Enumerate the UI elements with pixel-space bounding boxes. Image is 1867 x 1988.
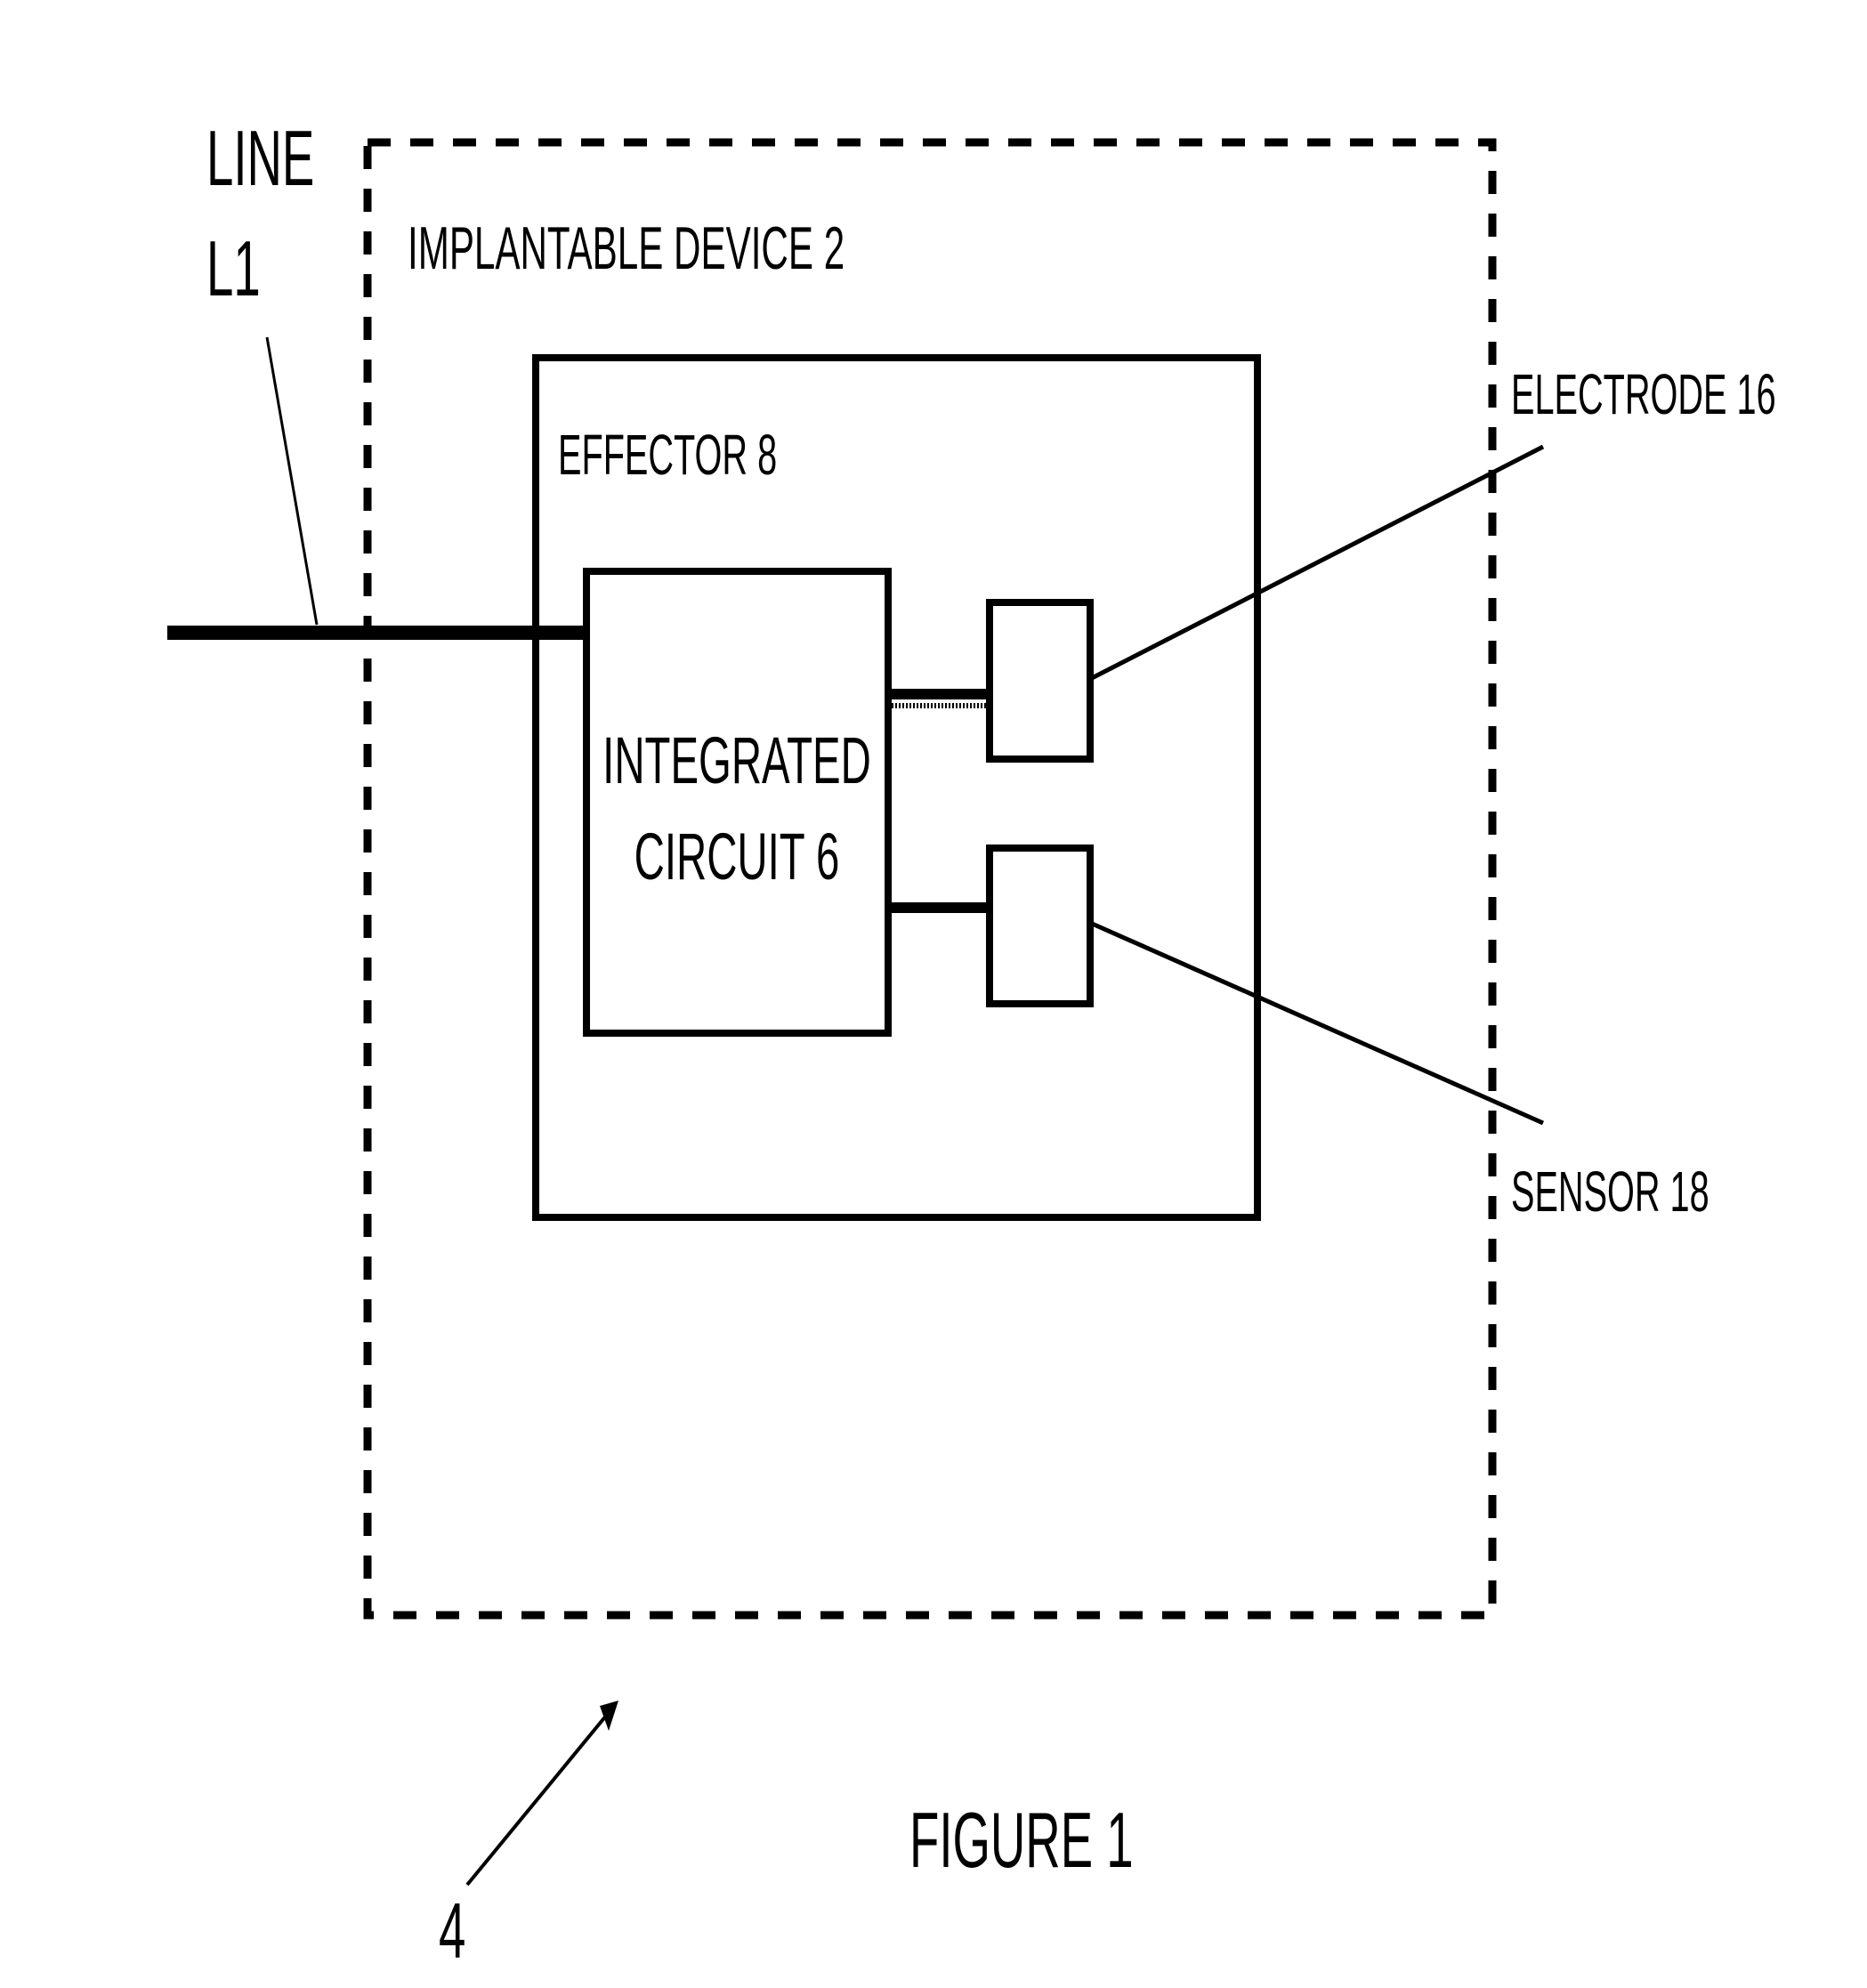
electrode-lead — [1088, 444, 1545, 682]
effector-label: EFFECTOR 8 — [558, 424, 777, 488]
sensor-label: SENSOR 18 — [1511, 1161, 1709, 1224]
line-label-top: LINE — [206, 115, 314, 203]
implantable-device-label: IMPLANTABLE DEVICE 2 — [408, 214, 845, 282]
integrated-circuit-box — [583, 568, 892, 1037]
sensor-lead — [1088, 920, 1545, 1126]
line-l1-leader — [265, 336, 319, 626]
reference-numeral-4: 4 — [439, 1887, 465, 1976]
patent-figure: LINE L1 IMPLANTABLE DEVICE 2 EFFECTOR 8 … — [167, 115, 1776, 1976]
reference-arrow-head — [600, 1701, 618, 1731]
reference-arrow-shaft — [465, 1709, 612, 1887]
figure-title: FIGURE 1 — [909, 1797, 1134, 1885]
electrode-label: ELECTRODE 16 — [1511, 364, 1776, 427]
electrode-box — [986, 599, 1094, 763]
ic-label-line1: INTEGRATED — [602, 724, 871, 797]
line-label-bottom: L1 — [206, 225, 261, 313]
ic-label-line2: CIRCUIT 6 — [634, 820, 840, 893]
sensor-box — [986, 844, 1094, 1007]
